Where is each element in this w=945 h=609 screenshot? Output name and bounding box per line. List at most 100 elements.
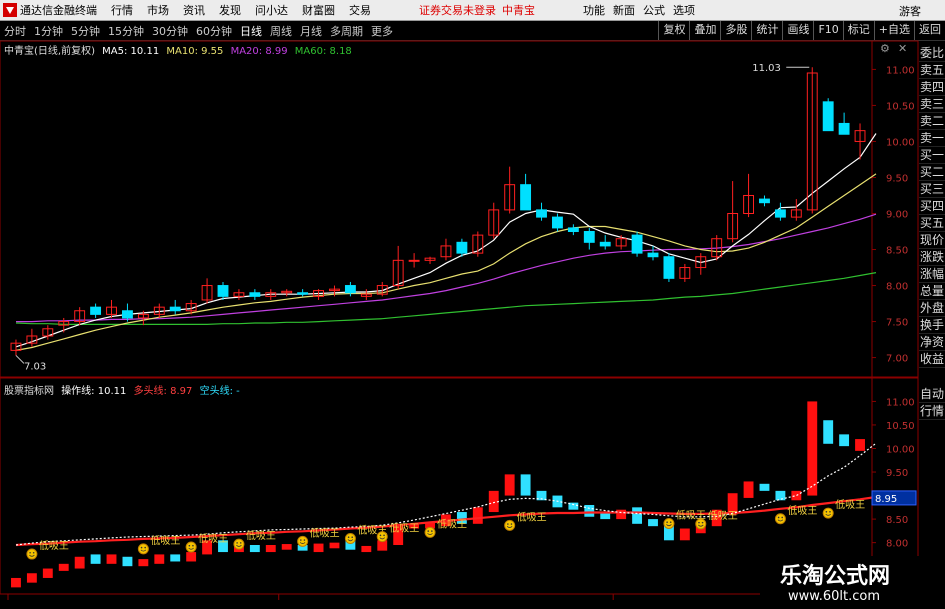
side-panel-item[interactable]: 买五 (919, 214, 945, 232)
indicator-bar (807, 401, 818, 496)
marker-label: 低吸王 (150, 534, 180, 547)
smiley-eye (383, 534, 385, 537)
side-panel-item[interactable]: 委比 (919, 44, 945, 62)
indicator-tick-label: 8.50 (886, 515, 908, 526)
price-tick-label: 10.50 (886, 101, 915, 112)
indicator-bar (504, 474, 515, 496)
indicator-bar (361, 545, 372, 553)
candle-body (759, 198, 770, 204)
candle-body (297, 292, 309, 295)
indicator-bar (472, 507, 483, 524)
price-tick-label: 8.50 (886, 246, 908, 257)
indicator-legend: 股票指标网 操作线: 10.11 多头线: 8.97 空头线: - (4, 382, 244, 397)
indicator-title[interactable]: 股票指标网 (4, 386, 54, 397)
candle-body (122, 310, 133, 319)
side-panel-item[interactable]: 买四 (919, 197, 945, 215)
candle-body (552, 216, 563, 229)
side-panel-item[interactable]: 卖五 (919, 61, 945, 79)
bull-line-label: 多头线: 8.97 (133, 386, 193, 397)
smiley-eye (777, 516, 780, 519)
panel-close-icon[interactable]: ✕ (898, 42, 907, 55)
smiley-eye (140, 546, 143, 549)
candle-body (217, 285, 229, 297)
candle-body (631, 234, 643, 254)
kline-chart[interactable]: 11.00 10.50 10.00 9.50 9.00 8.50 8.00 7.50 7.00 1… (0, 0, 945, 609)
indicator-bar (122, 556, 133, 567)
smiley-eye (347, 536, 350, 539)
candle-body (536, 209, 547, 218)
candle-body (774, 209, 786, 218)
indicator-bar (329, 542, 340, 549)
indicator-bar (138, 559, 149, 567)
low-price-label: 7.03 (24, 361, 46, 372)
side-panel-item[interactable]: 外盘 (919, 299, 945, 317)
indicator-bar (775, 490, 786, 501)
side-panel-item[interactable]: 卖四 (919, 78, 945, 96)
candle-body (90, 306, 102, 315)
smiley-icon (774, 513, 786, 525)
smiley-icon (233, 538, 245, 550)
price-tick-label: 9.00 (886, 210, 908, 221)
indicator-tick-label: 9.50 (886, 468, 908, 479)
price-tick-label: 8.00 (886, 282, 908, 293)
smiley-eye (431, 530, 433, 532)
indicator-bar (11, 577, 21, 588)
side-panel-item[interactable]: 买三 (919, 180, 945, 198)
indicator-bar (759, 483, 770, 491)
price-tick-label: 7.50 (886, 318, 908, 329)
side-panel-item[interactable]: 行情 (919, 402, 945, 420)
side-panel-item[interactable]: 卖二 (919, 112, 945, 130)
indicator-bar (791, 490, 802, 501)
candle-body (583, 231, 595, 243)
smiley-eye (825, 511, 828, 513)
side-panel-item[interactable]: 涨幅 (919, 265, 945, 283)
price-tick-label: 7.00 (886, 354, 908, 365)
smiley-icon (376, 531, 388, 543)
smiley-eye (29, 551, 31, 554)
smiley-eye (351, 536, 354, 539)
indicator-bar (106, 554, 117, 564)
side-panel-item[interactable]: 卖一 (919, 129, 945, 147)
indicator-bar (74, 556, 85, 569)
side-panel-item[interactable]: 收益 (919, 350, 945, 368)
smiley-eye (510, 523, 513, 525)
ma5-label: MA5: 10.11 (102, 46, 160, 57)
smiley-icon (26, 548, 38, 560)
indicator-bar (186, 552, 197, 562)
smiley-icon (695, 518, 707, 530)
marker-label: 低吸王 (389, 522, 419, 535)
indicator-tick-label: 8.00 (886, 539, 908, 550)
side-panel-item[interactable]: 卖三 (919, 95, 945, 113)
price-tick-label: 10.00 (886, 137, 915, 148)
marker-label: 低吸王 (787, 504, 817, 517)
side-panel-item[interactable]: 净资 (919, 333, 945, 351)
marker-label: 低吸王 (310, 526, 340, 539)
side-panel-item[interactable]: 自动 (919, 385, 945, 403)
smiley-eye (427, 530, 430, 532)
marker-label: 低吸王 (198, 532, 228, 545)
smiley-icon (137, 543, 149, 555)
smiley-eye (303, 539, 306, 541)
indicator-bar (616, 509, 627, 520)
indicator-bar (265, 545, 276, 553)
side-panel-item[interactable]: 换手 (919, 316, 945, 334)
candle-body (520, 184, 532, 211)
indicator-bar (823, 420, 834, 444)
candle-body (567, 227, 579, 233)
low-label-leader (15, 355, 25, 364)
settings-gear-icon[interactable]: ⚙ (880, 42, 890, 55)
smiley-icon (663, 517, 675, 529)
marker-label: 低吸王 (246, 529, 276, 542)
bear-line-label: 空头线: - (199, 386, 240, 397)
smiley-eye (666, 521, 668, 523)
side-panel-item[interactable]: 总量 (919, 282, 945, 300)
side-panel-item[interactable]: 现价 (919, 231, 945, 249)
side-panel-item[interactable]: 买二 (919, 163, 945, 181)
side-panel-item[interactable]: 涨跌 (919, 248, 945, 266)
candle-body (822, 101, 834, 132)
side-panel-item[interactable]: 买一 (919, 146, 945, 164)
smiley-eye (144, 546, 146, 549)
current-value-label: 8.95 (875, 494, 897, 505)
candle-body (838, 122, 850, 135)
indicator-bar (648, 519, 658, 527)
